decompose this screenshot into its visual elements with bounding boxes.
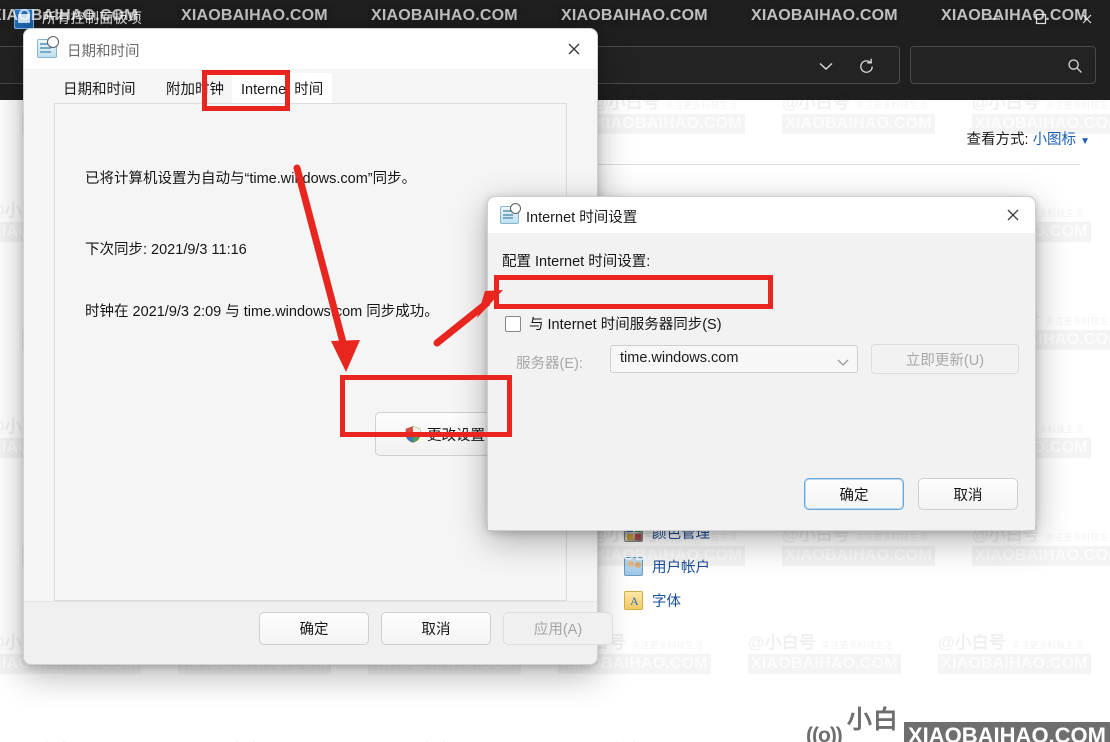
arrow-to-sync-checkbox: [433, 290, 503, 347]
logo-cn-text: 小白号: [846, 706, 899, 734]
broadcast-icon: ((o)): [806, 724, 843, 742]
site-logo: ((o)) 小白号 XIAOBAIHAO.COM: [806, 700, 1110, 742]
logo-en-text: XIAOBAIHAO.COM: [904, 722, 1110, 742]
arrow-to-change-settings: [293, 164, 360, 372]
annotation-arrows: [293, 164, 503, 372]
screen-root: 所有控制面板项 查看方式: 小图标 ▼ 颜色管理 用户帐户 A 字体 XIAOB…: [0, 0, 1110, 742]
